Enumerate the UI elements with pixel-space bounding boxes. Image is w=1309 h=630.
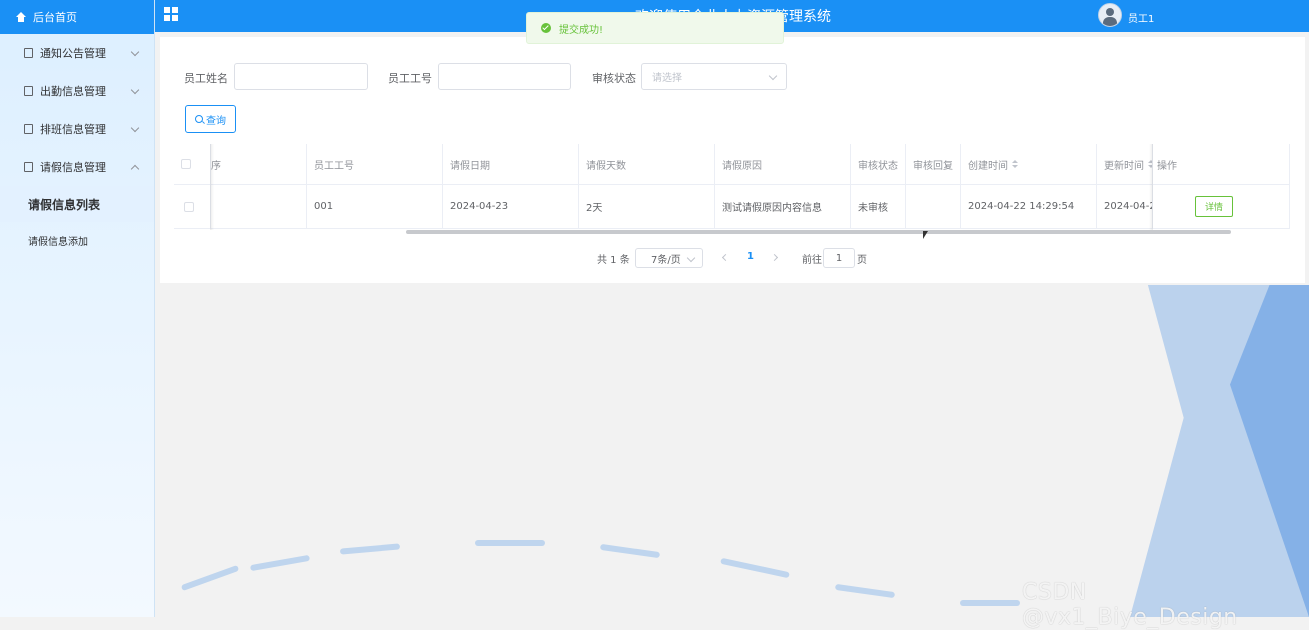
column-header: 请假日期 [443, 144, 579, 185]
sidebar-subitem-label: 请假信息列表 [28, 197, 101, 212]
goto-unit-label: 页 [857, 255, 867, 266]
document-icon [24, 48, 33, 58]
column-header: 审核回复 [906, 144, 961, 185]
table-cell: 测试请假原因内容信息 [715, 185, 851, 229]
background-dash [475, 540, 545, 546]
main-card: 员工姓名 员工工号 审核状态 请选择 查询 序 员工工号 请假日期 请假天数 请… [160, 37, 1305, 283]
sidebar-home[interactable]: 后台首页 [0, 0, 154, 34]
table-cell: 001 [307, 185, 443, 229]
mouse-cursor-icon [923, 231, 928, 239]
column-header-sortable[interactable]: 更新时间 [1097, 144, 1153, 185]
background-dash [960, 600, 1020, 606]
column-header: 请假天数 [579, 144, 715, 185]
column-header: 序 [211, 144, 307, 185]
background-dash [180, 564, 240, 592]
search-icon [195, 115, 203, 123]
sidebar-item-leave[interactable]: 请假信息管理 [0, 148, 154, 186]
review-status-label: 审核状态 [592, 72, 636, 85]
column-header: 操作 [1153, 144, 1290, 185]
toast-message: 提交成功! [559, 24, 604, 36]
employee-name-label: 员工姓名 [184, 72, 228, 85]
sidebar-item-label: 通知公告管理 [40, 47, 106, 60]
select-all-checkbox[interactable] [181, 159, 191, 169]
employee-id-label: 员工工号 [388, 72, 432, 85]
column-header: 审核状态 [851, 144, 906, 185]
select-all-cell [174, 144, 211, 185]
column-header: 员工工号 [307, 144, 443, 185]
document-icon [24, 86, 33, 96]
sidebar-home-label: 后台首页 [33, 11, 77, 24]
fixed-column-shadow [210, 144, 214, 230]
horizontal-scrollbar[interactable] [406, 230, 1231, 234]
sidebar-subitem-leave-add[interactable]: 请假信息添加 [0, 222, 154, 258]
chevron-down-icon [130, 85, 140, 95]
sidebar: 后台首页 通知公告管理 出勤信息管理 排班信息管理 请假信息管理 请假信息列表 … [0, 0, 155, 617]
sidebar-item-schedule[interactable]: 排班信息管理 [0, 110, 154, 148]
page-size-select[interactable]: 7条/页 [635, 248, 703, 268]
review-status-select[interactable]: 请选择 [641, 63, 787, 90]
fixed-column-shadow [1149, 144, 1153, 230]
grid-menu-icon[interactable] [164, 7, 178, 21]
chevron-down-icon [768, 71, 778, 81]
success-toast: 提交成功! [526, 12, 784, 44]
sidebar-item-attendance[interactable]: 出勤信息管理 [0, 72, 154, 110]
employee-name-input[interactable] [234, 63, 368, 90]
background-dash [834, 583, 896, 599]
column-header-sortable[interactable]: 创建时间 [961, 144, 1097, 185]
sort-icon[interactable] [1012, 159, 1018, 169]
query-button-label: 查询 [206, 115, 226, 127]
sidebar-item-label: 出勤信息管理 [40, 85, 106, 98]
prev-page-icon[interactable] [721, 253, 730, 262]
avatar[interactable] [1098, 3, 1122, 27]
background-dash [720, 557, 790, 579]
document-icon [24, 162, 33, 172]
page-size-value: 7条/页 [651, 254, 681, 266]
sidebar-item-label: 排班信息管理 [40, 123, 106, 136]
review-status-placeholder: 请选择 [652, 73, 682, 84]
detail-button[interactable]: 详情 [1195, 196, 1233, 217]
sidebar-subitem-leave-list[interactable]: 请假信息列表 [0, 186, 154, 222]
username[interactable]: 员工1 [1128, 10, 1154, 25]
table-cell [906, 185, 961, 229]
goto-page-input[interactable]: 1 [823, 248, 855, 268]
chevron-down-icon [130, 123, 140, 133]
table-cell: 2024-04-22 [1097, 185, 1153, 229]
sidebar-item-notice[interactable]: 通知公告管理 [0, 34, 154, 72]
next-page-icon[interactable] [770, 253, 779, 262]
chevron-down-icon [686, 253, 696, 263]
watermark: CSDN @vx1_Biye_Design [1022, 580, 1238, 630]
background-dash [339, 543, 401, 555]
sidebar-item-label: 请假信息管理 [40, 161, 106, 174]
row-select-cell [174, 185, 211, 229]
table-cell: 详情 [1153, 185, 1290, 229]
table-cell: 2024-04-22 14:29:54 [961, 185, 1097, 229]
query-button[interactable]: 查询 [185, 105, 236, 133]
leave-table: 序 员工工号 请假日期 请假天数 请假原因 审核状态 审核回复 创建时间 更新时… [174, 144, 1290, 234]
column-header: 请假原因 [715, 144, 851, 185]
chevron-up-icon [130, 164, 140, 174]
document-icon [24, 124, 33, 134]
sidebar-subitem-label: 请假信息添加 [28, 236, 88, 248]
table-cell: 2天 [579, 185, 715, 229]
table-cell [211, 185, 307, 229]
page-number-current[interactable]: 1 [747, 251, 754, 262]
table-cell: 2024-04-23 [443, 185, 579, 229]
check-circle-icon [541, 23, 551, 33]
background-dash [249, 554, 311, 572]
chevron-down-icon [130, 47, 140, 57]
table-cell: 未审核 [851, 185, 906, 229]
background-dash [599, 543, 661, 559]
row-checkbox[interactable] [184, 201, 194, 212]
goto-label: 前往 [802, 255, 822, 266]
pagination-total: 共 1 条 [597, 255, 630, 266]
employee-id-input[interactable] [438, 63, 571, 90]
home-icon [16, 12, 26, 22]
